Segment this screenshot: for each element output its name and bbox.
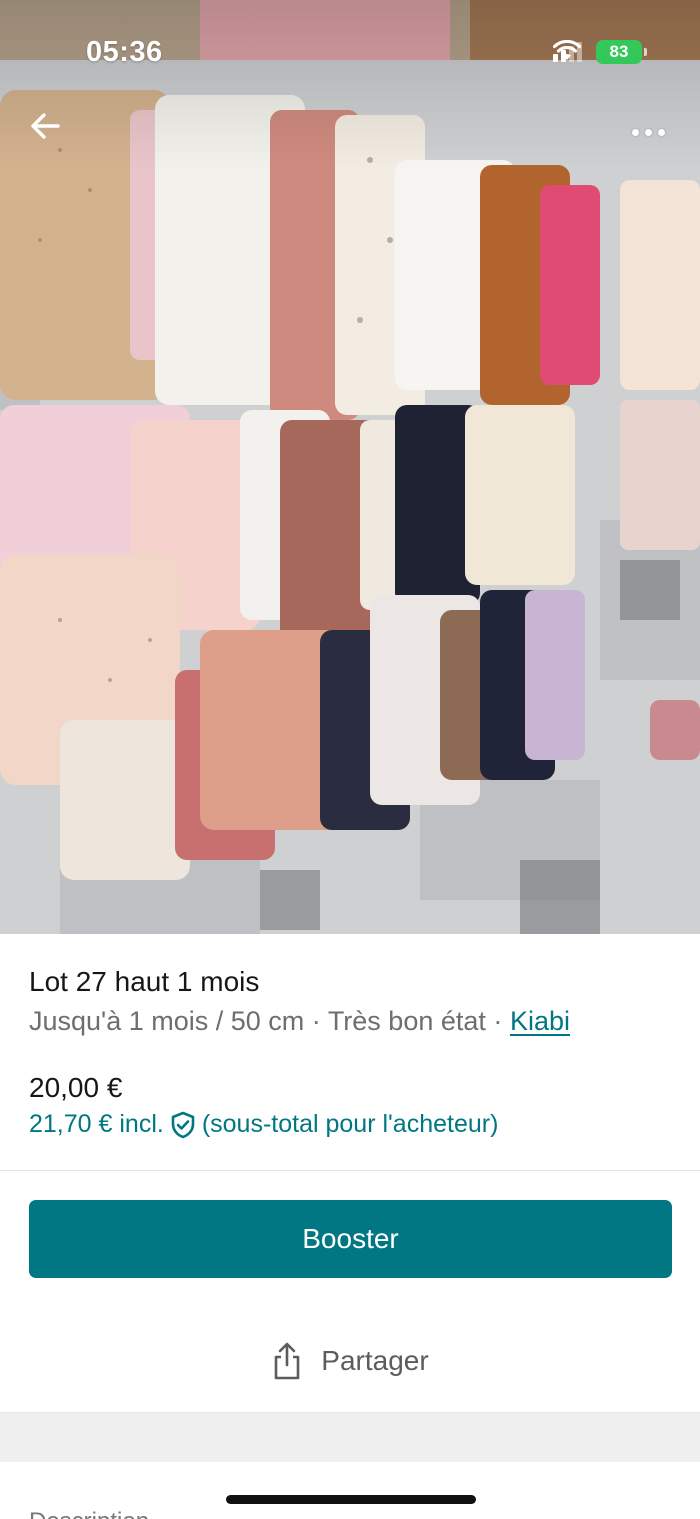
- section-separator: [0, 1412, 700, 1462]
- status-time: 05:36: [86, 36, 163, 68]
- back-button[interactable]: [30, 112, 70, 152]
- meta-separator: ·: [493, 1006, 503, 1036]
- item-price: 20,00 €: [29, 1072, 123, 1103]
- booster-button[interactable]: Booster: [29, 1200, 672, 1278]
- more-dot: [657, 128, 665, 136]
- more-dot: [644, 128, 652, 136]
- battery-icon: 83: [596, 40, 647, 64]
- more-horizontal-icon: [631, 128, 639, 136]
- item-title: Lot 27 haut 1 mois: [29, 966, 260, 997]
- shield-check-icon: [170, 1111, 196, 1139]
- item-photo[interactable]: 05:36 83: [0, 0, 700, 934]
- meta-separator: ·: [311, 1006, 321, 1036]
- share-label: Partager: [321, 1345, 429, 1376]
- share-button[interactable]: Partager: [0, 1326, 700, 1396]
- wifi-icon: [553, 40, 581, 60]
- clothing-photo-illustration: [0, 0, 700, 934]
- more-options-button[interactable]: [624, 118, 672, 146]
- status-icons: 83: [553, 40, 647, 64]
- buyer-price: 21,70 € incl.: [29, 1110, 164, 1138]
- battery-level: 83: [609, 42, 629, 61]
- item-brand-link[interactable]: Kiabi: [510, 1006, 570, 1036]
- divider: [0, 1170, 700, 1171]
- arrow-left-icon: [31, 113, 60, 139]
- home-indicator[interactable]: [226, 1495, 476, 1504]
- item-size: Jusqu'à 1 mois / 50 cm: [29, 1006, 305, 1036]
- item-condition: Très bon état: [327, 1006, 486, 1036]
- share-icon: [271, 1341, 303, 1381]
- buyer-price-note: (sous-total pour l'acheteur): [201, 1110, 499, 1138]
- description-heading: Description: [29, 1508, 149, 1519]
- buyer-price-info[interactable]: 21,70 € incl. (sous-total pour l'acheteu…: [29, 1110, 498, 1139]
- item-meta: Jusqu'à 1 mois / 50 cm · Très bon état ·…: [29, 1006, 570, 1037]
